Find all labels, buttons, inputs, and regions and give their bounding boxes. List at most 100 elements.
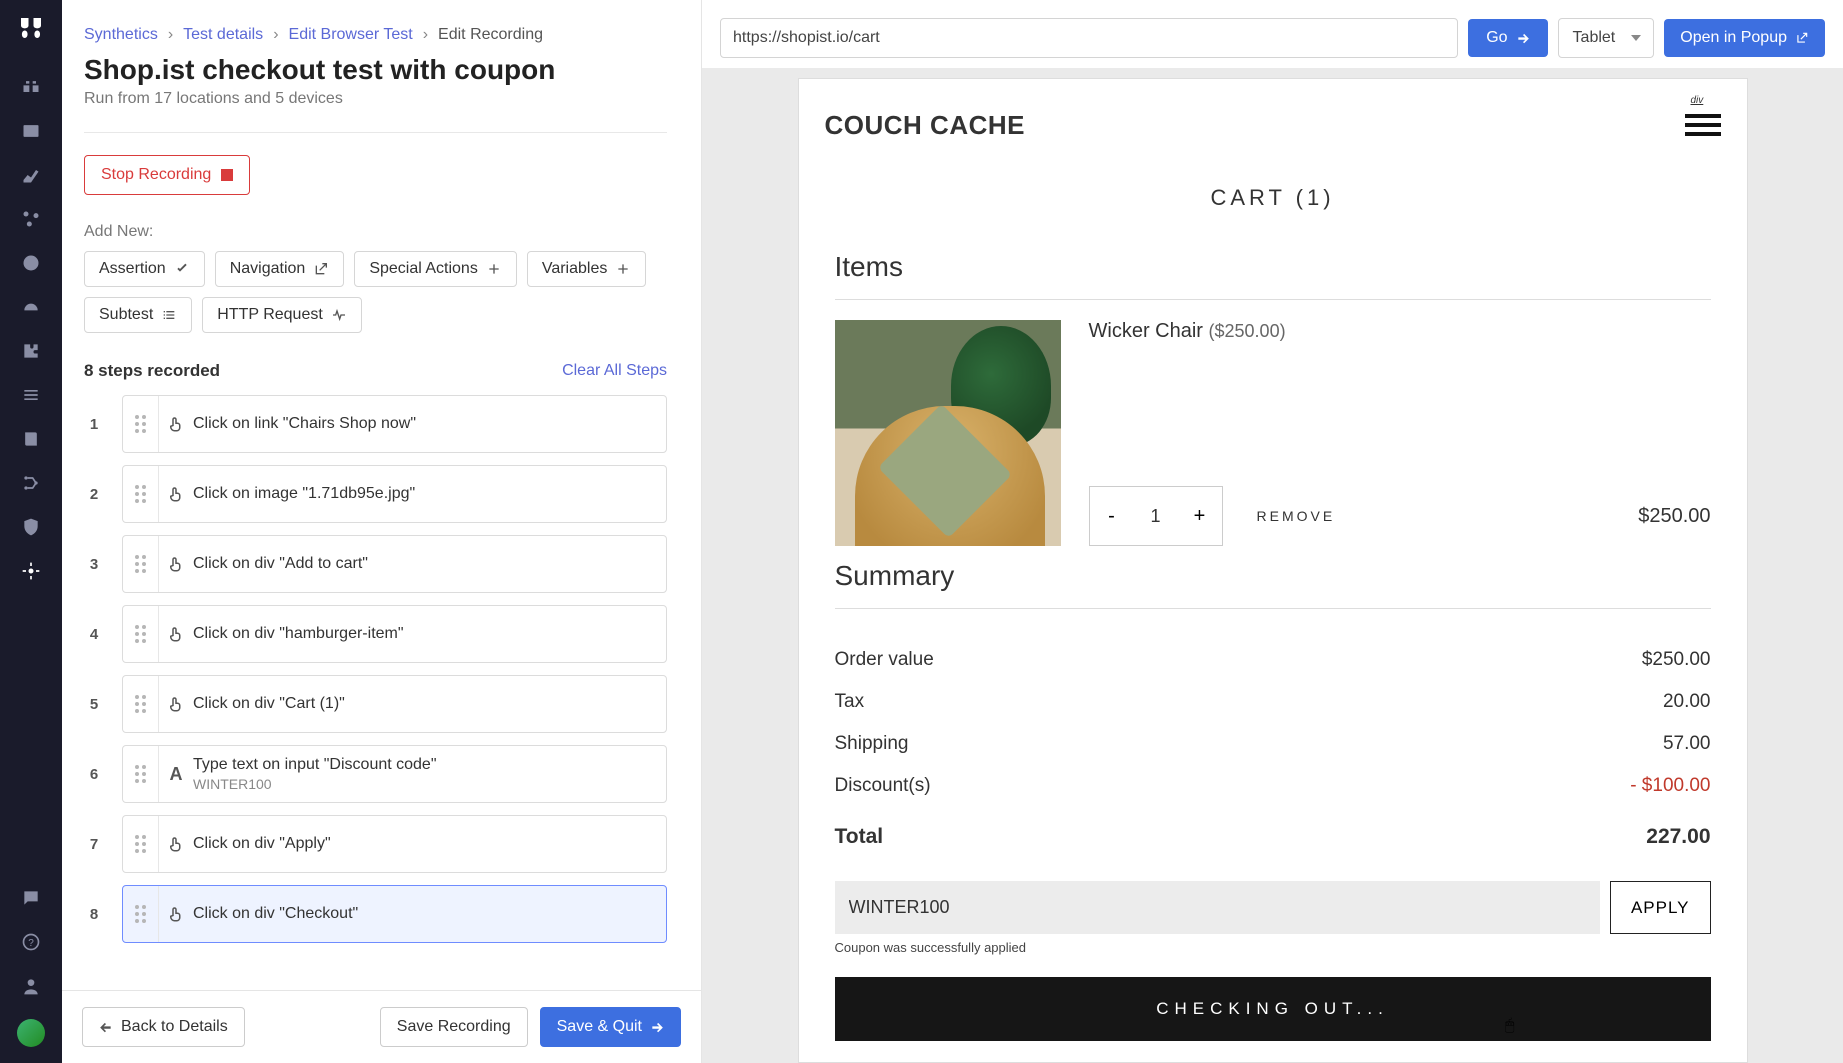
save-quit-button[interactable]: Save & Quit bbox=[540, 1007, 681, 1047]
cart-title: CART (1) bbox=[799, 185, 1747, 211]
hamburger-button[interactable]: div bbox=[1685, 109, 1721, 141]
cart-item: Wicker Chair ($250.00) - 1 + REMOVE $250… bbox=[799, 320, 1747, 560]
qty-plus[interactable]: + bbox=[1178, 487, 1222, 545]
preview-panel: Go Tablet Open in Popup COUCH CACHE div … bbox=[702, 0, 1843, 1063]
step-text: Click on div "Add to cart" bbox=[193, 545, 666, 583]
flow-icon[interactable] bbox=[20, 472, 42, 494]
disc-value: - $100.00 bbox=[1630, 775, 1710, 797]
step-card[interactable]: A Type text on input "Discount code"WINT… bbox=[122, 745, 667, 803]
click-icon bbox=[159, 555, 193, 573]
crumb-current: Edit Recording bbox=[438, 26, 543, 44]
chip-variables[interactable]: Variables bbox=[527, 251, 647, 287]
device-select[interactable]: Tablet bbox=[1558, 18, 1655, 58]
add-new-label: Add New: bbox=[84, 223, 667, 241]
app-sidenav: ? bbox=[0, 0, 62, 1063]
crumb-test-details[interactable]: Test details bbox=[183, 26, 263, 44]
chevron-right-icon: › bbox=[273, 26, 278, 44]
editor-panel: Synthetics › Test details › Edit Browser… bbox=[62, 0, 702, 1063]
crumb-synthetics[interactable]: Synthetics bbox=[84, 26, 158, 44]
step-card[interactable]: Click on div "hamburger-item" bbox=[122, 605, 667, 663]
save-recording-button[interactable]: Save Recording bbox=[380, 1007, 528, 1047]
arrow-right-icon bbox=[1516, 31, 1530, 45]
step-card[interactable]: Click on div "Cart (1)" bbox=[122, 675, 667, 733]
apply-button[interactable]: APPLY bbox=[1610, 881, 1711, 934]
element-tag-label: div bbox=[1691, 95, 1704, 106]
line-price: $250.00 bbox=[1638, 505, 1710, 528]
order-value: $250.00 bbox=[1642, 649, 1711, 671]
tablet-frame: COUCH CACHE div CART (1) Items Wicker Ch… bbox=[798, 78, 1748, 1063]
step-card[interactable]: Click on image "1.71db95e.jpg" bbox=[122, 465, 667, 523]
url-input[interactable] bbox=[720, 18, 1458, 58]
chat-icon[interactable] bbox=[20, 887, 42, 909]
user-icon[interactable] bbox=[20, 975, 42, 997]
svg-text:?: ? bbox=[28, 938, 34, 949]
external-link-icon bbox=[313, 261, 329, 277]
stop-recording-label: Stop Recording bbox=[101, 166, 211, 184]
alert-icon[interactable] bbox=[20, 252, 42, 274]
step-card[interactable]: Click on div "Add to cart" bbox=[122, 535, 667, 593]
step-text: Type text on input "Discount code"WINTER… bbox=[193, 746, 666, 802]
help-icon[interactable]: ? bbox=[20, 931, 42, 953]
divider bbox=[835, 299, 1711, 300]
step-card[interactable]: Click on link "Chairs Shop now" bbox=[122, 395, 667, 453]
drag-handle[interactable] bbox=[123, 886, 159, 942]
back-button[interactable]: Back to Details bbox=[82, 1007, 245, 1047]
drag-handle[interactable] bbox=[123, 536, 159, 592]
step-card[interactable]: Click on div "Checkout" bbox=[122, 885, 667, 943]
checkout-button[interactable]: CHECKING OUT... 🖱 bbox=[835, 977, 1711, 1041]
open-popup-button[interactable]: Open in Popup bbox=[1664, 19, 1825, 57]
clear-all-steps[interactable]: Clear All Steps bbox=[562, 362, 667, 380]
logo-icon[interactable] bbox=[13, 10, 49, 46]
order-label: Order value bbox=[835, 649, 934, 671]
coupon-message: Coupon was successfully applied bbox=[799, 934, 1747, 955]
stop-recording-button[interactable]: Stop Recording bbox=[84, 155, 250, 195]
qty-minus[interactable]: - bbox=[1090, 487, 1134, 545]
coupon-input[interactable] bbox=[835, 881, 1600, 934]
arrow-right-icon bbox=[650, 1020, 664, 1034]
click-icon bbox=[159, 835, 193, 853]
step-number: 1 bbox=[84, 395, 104, 453]
shield-icon[interactable] bbox=[20, 516, 42, 538]
gauge-icon[interactable] bbox=[20, 296, 42, 318]
step-number: 4 bbox=[84, 605, 104, 663]
binoculars-icon[interactable] bbox=[20, 76, 42, 98]
crumb-edit-browser[interactable]: Edit Browser Test bbox=[289, 26, 413, 44]
nodes-icon[interactable] bbox=[20, 208, 42, 230]
qty-stepper: - 1 + bbox=[1089, 486, 1223, 546]
site-header: COUCH CACHE div bbox=[799, 79, 1747, 159]
product-image bbox=[835, 320, 1061, 546]
remove-button[interactable]: REMOVE bbox=[1257, 508, 1336, 524]
cursor-icon: 🖱 bbox=[1505, 1017, 1521, 1035]
avatar[interactable] bbox=[17, 1019, 45, 1047]
summary-heading: Summary bbox=[799, 560, 1747, 592]
stop-icon bbox=[221, 169, 233, 181]
chip-navigation[interactable]: Navigation bbox=[215, 251, 345, 287]
divider bbox=[835, 608, 1711, 609]
site-brand: COUCH CACHE bbox=[825, 110, 1026, 141]
list-icon[interactable] bbox=[20, 384, 42, 406]
go-button[interactable]: Go bbox=[1468, 19, 1547, 57]
qty-value: 1 bbox=[1134, 506, 1178, 527]
step-text: Click on div "Checkout" bbox=[193, 895, 666, 933]
chip-http-request[interactable]: HTTP Request bbox=[202, 297, 362, 333]
dashboard-icon[interactable] bbox=[20, 120, 42, 142]
heartbeat-icon bbox=[331, 307, 347, 323]
step-text: Click on div "Cart (1)" bbox=[193, 685, 666, 723]
chip-subtest[interactable]: Subtest bbox=[84, 297, 192, 333]
step-card[interactable]: Click on div "Apply" bbox=[122, 815, 667, 873]
chip-special-actions[interactable]: Special Actions bbox=[354, 251, 517, 287]
book-icon[interactable] bbox=[20, 428, 42, 450]
drag-handle[interactable] bbox=[123, 396, 159, 452]
divider bbox=[84, 132, 667, 133]
drag-handle[interactable] bbox=[123, 676, 159, 732]
chart-icon[interactable] bbox=[20, 164, 42, 186]
puzzle-icon[interactable] bbox=[20, 340, 42, 362]
drag-handle[interactable] bbox=[123, 746, 159, 802]
drag-handle[interactable] bbox=[123, 466, 159, 522]
chip-assertion[interactable]: Assertion bbox=[84, 251, 205, 287]
drag-handle[interactable] bbox=[123, 606, 159, 662]
page-subtitle: Run from 17 locations and 5 devices bbox=[84, 90, 667, 108]
drag-handle[interactable] bbox=[123, 816, 159, 872]
target-icon[interactable] bbox=[20, 560, 42, 582]
click-icon bbox=[159, 415, 193, 433]
